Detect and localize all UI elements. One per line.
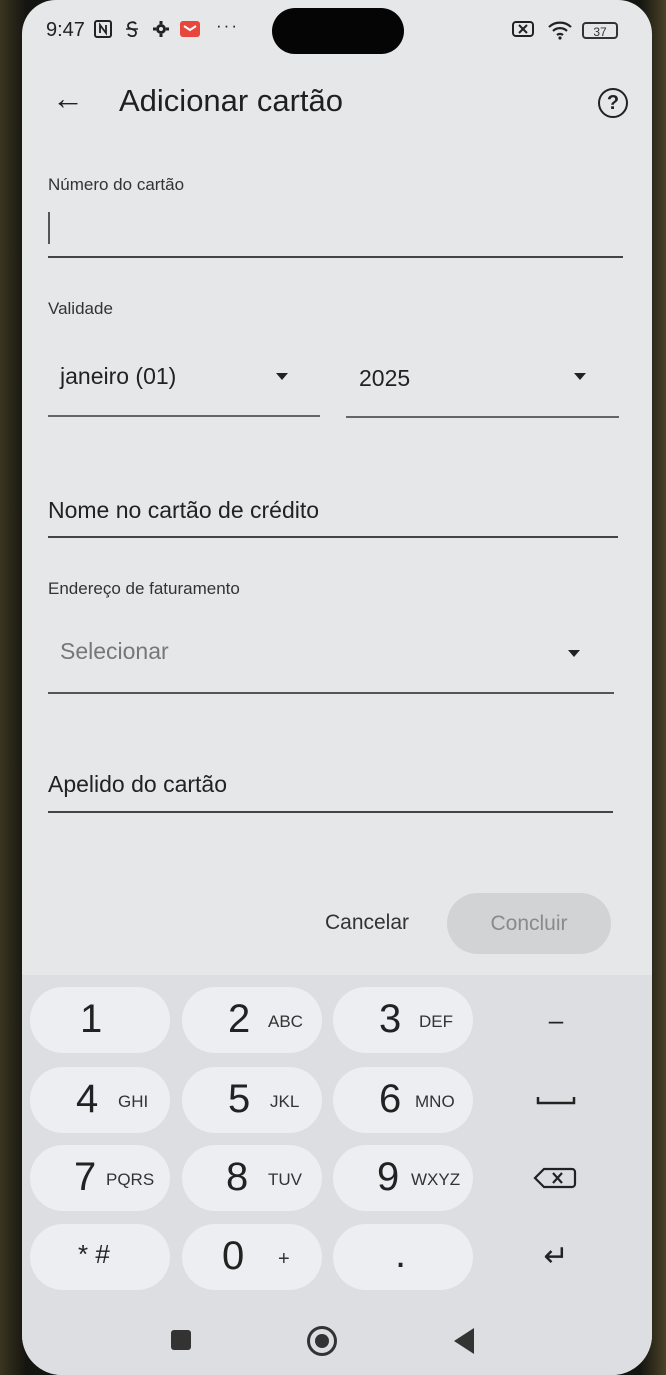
expiry-year-select[interactable]: 2025 bbox=[346, 345, 619, 418]
key-letters: MNO bbox=[415, 1092, 455, 1111]
key-digit: 2 bbox=[228, 997, 251, 1041]
nav-back-button[interactable] bbox=[454, 1328, 474, 1354]
done-button[interactable]: Concluir bbox=[447, 893, 611, 954]
home-button[interactable] bbox=[307, 1326, 337, 1356]
card-nickname-label: Apelido do cartão bbox=[48, 771, 228, 797]
expiry-label: Validade bbox=[48, 299, 113, 318]
chevron-down-icon bbox=[568, 650, 580, 657]
billing-address-select[interactable]: Selecionar bbox=[48, 620, 614, 696]
phone-screen: 9:47 ··· 37 ← Adicionar cartão ? Número … bbox=[22, 0, 652, 1375]
chevron-down-icon bbox=[574, 373, 586, 380]
wifi-icon bbox=[547, 20, 573, 44]
minus-key[interactable]: – bbox=[511, 987, 601, 1053]
camera-notch bbox=[272, 8, 404, 54]
chevron-down-icon bbox=[276, 373, 288, 380]
s-icon bbox=[124, 20, 140, 43]
key-letters: WXYZ bbox=[411, 1170, 461, 1189]
numeric-keyboard: 1 2 ABC 3 DEF – 4 GHI 5 JKL 6 MNO 7 PQRS… bbox=[22, 975, 652, 1375]
key-digit: 1 bbox=[80, 997, 103, 1041]
key-7[interactable]: 7 PQRS bbox=[30, 1145, 170, 1211]
card-nickname-input[interactable]: Apelido do cartão bbox=[48, 755, 613, 815]
key-digit: 5 bbox=[228, 1077, 251, 1121]
card-number-input[interactable] bbox=[48, 200, 623, 258]
key-2[interactable]: 2 ABC bbox=[182, 987, 322, 1053]
billing-underline bbox=[48, 692, 614, 694]
key-digit: 7 bbox=[74, 1155, 97, 1199]
key-star-hash[interactable]: * # bbox=[30, 1224, 170, 1290]
key-5[interactable]: 5 JKL bbox=[182, 1067, 322, 1133]
mail-icon bbox=[180, 20, 200, 43]
page-title: Adicionar cartão bbox=[119, 83, 344, 118]
key-digit: * # bbox=[78, 1239, 110, 1269]
card-number-label: Número do cartão bbox=[48, 175, 185, 194]
battery-icon: 37 bbox=[582, 22, 618, 39]
expiry-month-select[interactable]: janeiro (01) bbox=[48, 345, 320, 417]
key-digit: 9 bbox=[377, 1155, 400, 1199]
key-letters: GHI bbox=[118, 1092, 149, 1111]
key-digit: 6 bbox=[379, 1077, 402, 1121]
billing-address-placeholder: Selecionar bbox=[60, 638, 169, 664]
key-period[interactable]: . bbox=[333, 1224, 473, 1290]
cardholder-name-input[interactable]: Nome no cartão de crédito bbox=[48, 480, 618, 540]
space-key[interactable] bbox=[511, 1067, 601, 1133]
year-underline bbox=[346, 416, 619, 418]
key-letters: + bbox=[278, 1248, 290, 1270]
key-digit: 4 bbox=[76, 1077, 99, 1121]
key-digit: 8 bbox=[226, 1155, 249, 1199]
text-cursor bbox=[48, 212, 50, 244]
month-underline bbox=[48, 415, 320, 417]
expiry-month-value: janeiro (01) bbox=[60, 363, 177, 389]
key-letters: PQRS bbox=[106, 1170, 155, 1189]
recents-button[interactable] bbox=[171, 1330, 191, 1350]
key-letters: JKL bbox=[270, 1092, 300, 1111]
key-digit: . bbox=[395, 1232, 407, 1276]
key-digit: 3 bbox=[379, 997, 402, 1041]
status-time: 9:47 bbox=[46, 19, 85, 41]
key-4[interactable]: 4 GHI bbox=[30, 1067, 170, 1133]
key-letters: DEF bbox=[419, 1012, 453, 1031]
key-0[interactable]: 0 + bbox=[182, 1224, 322, 1290]
key-6[interactable]: 6 MNO bbox=[333, 1067, 473, 1133]
nfc-icon bbox=[94, 20, 112, 43]
nickname-underline bbox=[48, 811, 613, 813]
key-1[interactable]: 1 bbox=[30, 987, 170, 1053]
cancel-button[interactable]: Cancelar bbox=[302, 896, 432, 950]
billing-address-label: Endereço de faturamento bbox=[48, 579, 240, 598]
key-3[interactable]: 3 DEF bbox=[333, 987, 473, 1053]
backspace-key[interactable] bbox=[511, 1145, 601, 1211]
key-letters: ABC bbox=[268, 1012, 303, 1031]
more-icon: ··· bbox=[216, 16, 239, 35]
name-underline bbox=[48, 536, 618, 538]
settings-icon bbox=[152, 20, 170, 43]
space-icon bbox=[536, 1097, 576, 1105]
back-arrow-icon[interactable]: ← bbox=[52, 80, 84, 117]
card-number-underline bbox=[48, 256, 623, 258]
enter-key[interactable]: ↵ bbox=[511, 1224, 601, 1290]
cardholder-name-label: Nome no cartão de crédito bbox=[48, 497, 320, 523]
status-bar: 9:47 ··· 37 bbox=[22, 0, 652, 62]
sim-off-icon bbox=[512, 20, 534, 42]
help-icon[interactable]: ? bbox=[598, 88, 628, 118]
expiry-year-value: 2025 bbox=[359, 365, 411, 391]
key-digit: 0 bbox=[222, 1234, 245, 1278]
key-letters: TUV bbox=[268, 1170, 302, 1189]
key-9[interactable]: 9 WXYZ bbox=[333, 1145, 473, 1211]
key-8[interactable]: 8 TUV bbox=[182, 1145, 322, 1211]
backspace-icon bbox=[533, 1167, 577, 1189]
